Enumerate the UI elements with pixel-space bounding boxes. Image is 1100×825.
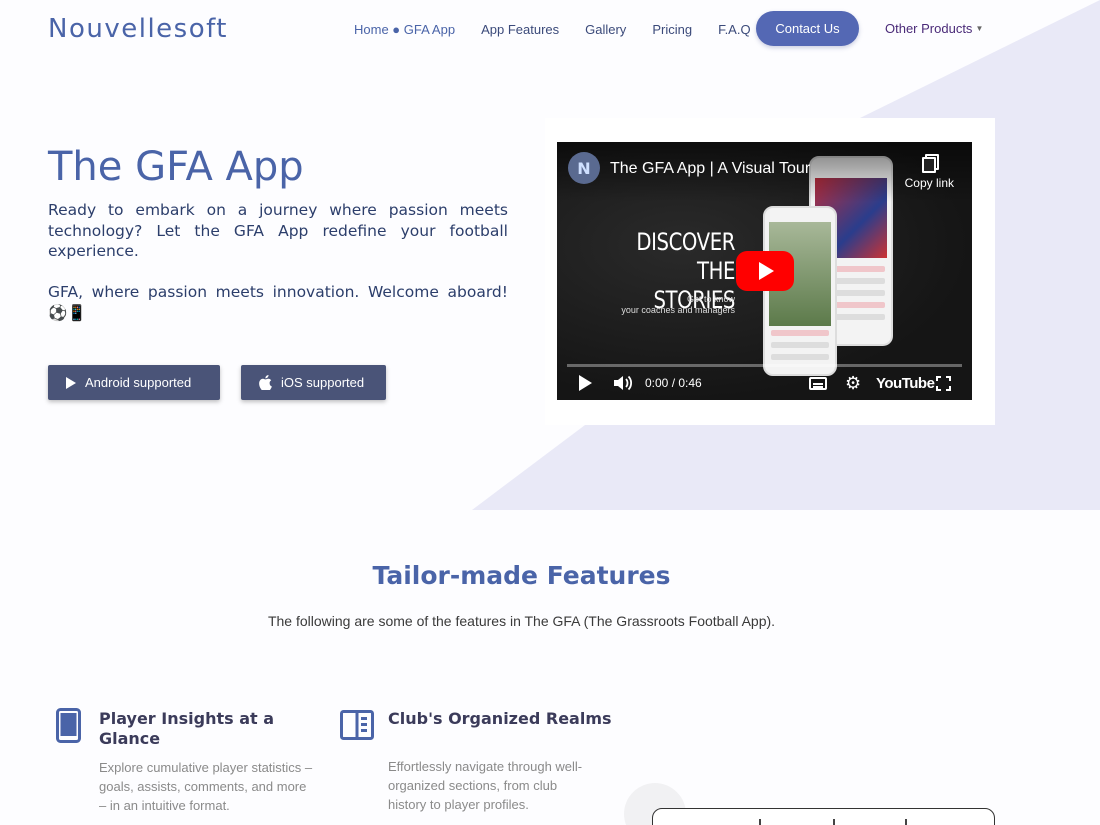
youtube-logo[interactable]: YouTube [876, 366, 935, 400]
volume-icon [614, 375, 633, 391]
feature-title: Club's Organized Realms [388, 709, 612, 728]
subtitles-control[interactable] [809, 366, 827, 400]
hero-title: The GFA App [48, 144, 304, 190]
other-products-label: Other Products [885, 21, 973, 36]
background-shape [472, 425, 1100, 510]
main-nav: Home ● GFA App App Features Gallery Pric… [354, 22, 751, 37]
chevron-down-icon: ▼ [975, 24, 984, 33]
android-supported-button[interactable]: Android supported [48, 365, 220, 400]
hero-tagline: GFA, where passion meets innovation. Wel… [48, 283, 508, 322]
tablet-icon [56, 708, 81, 747]
youtube-play-button[interactable] [736, 251, 794, 291]
layout-icon [340, 710, 374, 744]
play-icon [759, 262, 774, 280]
hero-paragraph: Ready to embark on a journey where passi… [48, 201, 508, 260]
video-controls: 0:00 / 0:46 ⚙ YouTube [557, 366, 972, 400]
play-control[interactable] [579, 366, 592, 400]
ios-button-label: iOS supported [281, 375, 365, 390]
features-subtitle: The following are some of the features i… [267, 613, 776, 629]
features-title: Tailor-made Features [372, 561, 671, 590]
ios-supported-button[interactable]: iOS supported [241, 365, 386, 400]
video-overlay-subtext: Get to know your coaches and managers [621, 294, 735, 315]
android-button-label: Android supported [85, 375, 192, 390]
nav-home[interactable]: Home ● GFA App [354, 22, 455, 37]
site-logo[interactable]: Nouvellesoft [48, 14, 228, 44]
nav-pricing[interactable]: Pricing [652, 22, 692, 37]
nav-faq[interactable]: F.A.Q [718, 22, 751, 37]
apple-icon [259, 375, 272, 390]
feature-description: Effortlessly navigate through well-organ… [388, 759, 583, 812]
other-products-dropdown[interactable]: Other Products ▼ [885, 21, 983, 36]
nav-gallery[interactable]: Gallery [585, 22, 626, 37]
nav-app-features[interactable]: App Features [481, 22, 559, 37]
feature-title: Player Insights at a Glance [99, 709, 275, 748]
feature-description: Explore cumulative player statistics – g… [99, 760, 313, 813]
channel-avatar[interactable]: N [568, 152, 600, 184]
volume-control[interactable] [613, 366, 633, 400]
fullscreen-icon [936, 375, 951, 391]
background-shape [860, 0, 1100, 118]
copy-link-button[interactable]: Copy link [905, 152, 954, 190]
fullscreen-control[interactable] [936, 366, 951, 400]
phone-mockup [763, 206, 837, 376]
gear-icon: ⚙ [845, 372, 862, 393]
google-play-icon [66, 376, 76, 389]
copy-link-label: Copy link [904, 176, 954, 190]
device-mockup [652, 808, 995, 825]
play-icon [579, 375, 592, 391]
youtube-embed[interactable]: DISCOVER THE STORIES Get to know your co… [557, 142, 972, 400]
subtitles-icon [809, 376, 827, 390]
contact-us-button[interactable]: Contact Us [756, 11, 859, 46]
settings-control[interactable]: ⚙ [845, 366, 861, 400]
video-title[interactable]: The GFA App | A Visual Tour [610, 160, 810, 178]
copy-icon [922, 154, 940, 173]
video-time: 0:00 / 0:46 [645, 376, 702, 390]
